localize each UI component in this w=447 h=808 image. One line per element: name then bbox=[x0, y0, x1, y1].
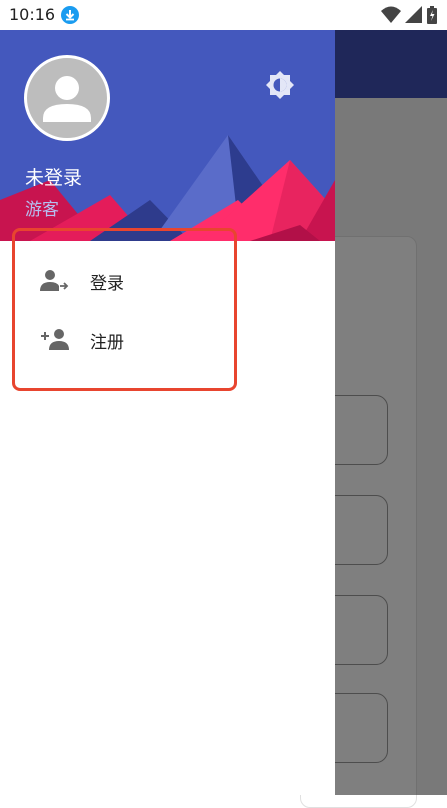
wifi-icon bbox=[381, 6, 401, 24]
drawer-header: 未登录 游客 bbox=[0, 30, 335, 241]
user-type-label: 游客 bbox=[25, 200, 59, 220]
avatar[interactable] bbox=[24, 55, 110, 141]
navigation-drawer: 未登录 游客 登录 注册 bbox=[0, 30, 335, 795]
highlight-box bbox=[12, 228, 237, 391]
status-time: 10:16 bbox=[9, 5, 56, 24]
status-bar: 10:16 bbox=[0, 0, 447, 30]
default-avatar-icon bbox=[43, 76, 91, 122]
username-label: 未登录 bbox=[25, 167, 83, 189]
download-icon bbox=[61, 6, 79, 24]
battery-icon bbox=[427, 6, 437, 24]
cellular-signal-icon bbox=[405, 6, 423, 24]
brightness-icon[interactable] bbox=[265, 70, 295, 100]
